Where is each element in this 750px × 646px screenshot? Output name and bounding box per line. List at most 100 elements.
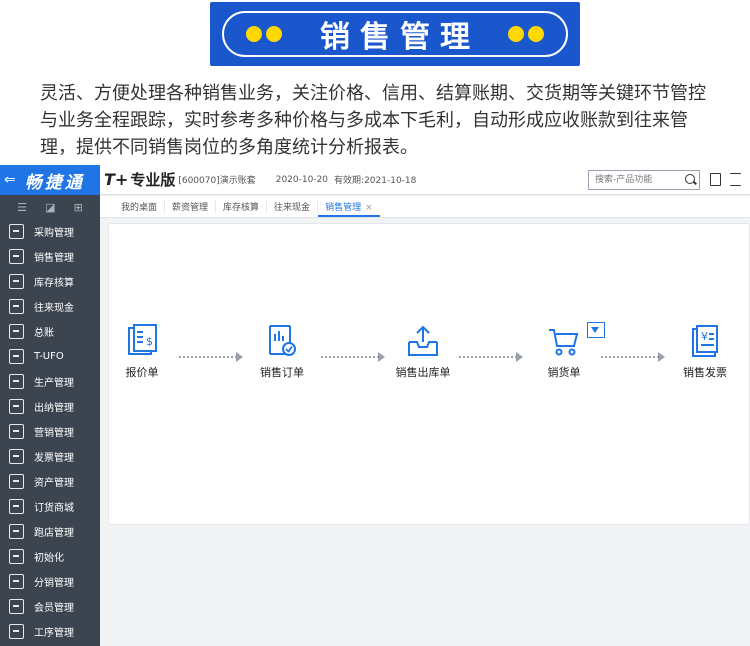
sidebar-item[interactable]: 订货商城 — [0, 494, 100, 519]
flow-node-label: 销售发票 — [683, 366, 727, 379]
top-bar: T+ 专业版 [600070]演示账套 2020-10-20 有效期:2021-… — [100, 165, 750, 195]
module-icon — [9, 349, 24, 364]
back-icon[interactable]: ⇐ — [4, 172, 19, 188]
sidebar-item-label: 订货商城 — [34, 503, 74, 514]
module-icon — [9, 224, 24, 239]
sidebar-item-label: T-UFO — [34, 351, 64, 362]
sidebar-item[interactable]: 发票管理 — [0, 444, 100, 469]
sidebar-item-label: 销售管理 — [34, 253, 74, 264]
brand-logo: 畅捷通 — [24, 172, 85, 193]
tab[interactable]: 薪资管理 — [165, 200, 217, 213]
flow-node-label: 销售订单 — [260, 366, 304, 379]
tab-label: 我的桌面 — [121, 203, 158, 213]
flow-node-quotation[interactable]: $ 报价单 — [97, 324, 187, 380]
sidebar-item-label: 总账 — [34, 328, 54, 339]
module-icon — [9, 299, 24, 314]
module-icon — [9, 599, 24, 614]
workflow-panel: $ 报价单 销售订单 销售出库单 销货单 ¥ 销售发票 — [108, 223, 750, 525]
sidebar-item-label: 跑店管理 — [34, 528, 74, 539]
sidebar-item[interactable]: 分销管理 — [0, 569, 100, 594]
module-icon — [9, 474, 24, 489]
sidebar-item-label: 分销管理 — [34, 578, 74, 589]
sidebar-item[interactable]: 工序管理 — [0, 619, 100, 644]
module-icon — [9, 374, 24, 389]
module-icon — [9, 574, 24, 589]
sidebar-item[interactable]: T-UFO — [0, 344, 100, 369]
module-icon — [9, 399, 24, 414]
tab-label: 销售管理 — [325, 203, 362, 213]
sidebar-item[interactable]: 初始化 — [0, 544, 100, 569]
search-icon[interactable] — [685, 174, 695, 184]
product-edition: 专业版 — [130, 171, 176, 189]
module-icon — [9, 274, 24, 289]
close-icon[interactable]: × — [365, 203, 373, 213]
sidebar-item[interactable]: 营销管理 — [0, 419, 100, 444]
sidebar-item-label: 资产管理 — [34, 478, 74, 489]
module-icon — [9, 624, 24, 639]
valid-until: 有效期:2021-10-18 — [334, 176, 417, 186]
app-window: ⇐ 畅捷通 ☰ ◪ ⊞ 采购管理 销售管理 库存核算 往来现金 总账 T-UFO 生产管理出… — [0, 165, 750, 646]
tab-bar: 我的桌面 薪资管理 库存核算 往来现金 销售管理 × — [100, 196, 750, 218]
favorite-icon[interactable]: ◪ — [45, 201, 55, 214]
flow-node-outbound-order[interactable]: 销售出库单 — [378, 324, 468, 380]
sidebar-item-label: 生产管理 — [34, 378, 74, 389]
sales-order-icon — [269, 325, 296, 356]
sidebar-item-label: 初始化 — [34, 553, 64, 564]
sidebar-item-label: 会员管理 — [34, 603, 74, 614]
sidebar-item[interactable]: 总账 — [0, 319, 100, 344]
tab-label: 库存核算 — [223, 203, 260, 213]
calculator-icon[interactable] — [710, 173, 721, 186]
outbound-tray-icon — [408, 325, 438, 356]
sidebar-menu: 采购管理销售管理库存核算往来现金总账 T-UFO 生产管理出纳管理营销管理发票管理资… — [0, 219, 100, 644]
module-icon — [9, 324, 24, 339]
module-icon — [9, 524, 24, 539]
banner-dots-left — [246, 26, 282, 42]
sidebar-item-label: 库存核算 — [34, 278, 74, 289]
tab[interactable]: 往来现金 — [267, 200, 319, 213]
module-icon — [9, 499, 24, 514]
flow-node-sales-order[interactable]: 销售订单 — [237, 324, 327, 380]
svg-text:$: $ — [146, 335, 153, 348]
sidebar-item[interactable]: 资产管理 — [0, 469, 100, 494]
flow-arrow — [459, 352, 523, 362]
sidebar-item[interactable]: 会员管理 — [0, 594, 100, 619]
sidebar: ⇐ 畅捷通 ☰ ◪ ⊞ 采购管理销售管理库存核算往来现金总账 T-UFO 生产管理出… — [0, 165, 100, 646]
brand-bar[interactable]: ⇐ 畅捷通 — [0, 165, 100, 195]
invoice-icon: ¥ — [692, 325, 718, 357]
shopping-cart-icon — [549, 329, 579, 356]
banner-frame: 销售管理 — [222, 11, 568, 57]
add-icon[interactable]: ⊞ — [74, 201, 83, 214]
flow-node-label: 报价单 — [125, 366, 159, 379]
sidebar-item[interactable]: 往来现金 — [0, 294, 100, 319]
banner-dots-right — [508, 26, 544, 42]
menu-icon[interactable]: ☰ — [17, 201, 27, 214]
module-icon — [9, 424, 24, 439]
tab[interactable]: 我的桌面 — [114, 200, 166, 213]
tab-label: 往来现金 — [274, 203, 311, 213]
feature-description: 灵活、方便处理各种销售业务，关注价格、信用、结算账期、交货期等关键环节管控与业务… — [40, 83, 706, 158]
sidebar-item-label: 往来现金 — [34, 303, 74, 314]
flow-node-sales-invoice[interactable]: ¥ 销售发票 — [660, 324, 750, 380]
sidebar-item[interactable]: 销售管理 — [0, 244, 100, 269]
sidebar-item-label: 发票管理 — [34, 453, 74, 464]
sidebar-item[interactable]: 库存核算 — [0, 269, 100, 294]
flow-arrow — [179, 352, 243, 362]
module-icon — [9, 449, 24, 464]
search-input[interactable] — [588, 170, 700, 190]
tab[interactable]: 库存核算 — [216, 200, 268, 213]
module-icon — [9, 249, 24, 264]
sidebar-item[interactable]: 跑店管理 — [0, 519, 100, 544]
banner-title: 销售管理 — [320, 20, 480, 55]
sidebar-item[interactable]: 出纳管理 — [0, 394, 100, 419]
sidebar-item-label: 营销管理 — [34, 428, 74, 439]
expand-dropdown-icon[interactable] — [587, 322, 605, 338]
sidebar-item-label: 工序管理 — [34, 628, 74, 639]
account-name: [600070]演示账套 — [178, 176, 256, 186]
section-banner: 销售管理 — [210, 2, 580, 66]
tab[interactable]: 销售管理 × — [318, 200, 380, 217]
flow-arrow — [321, 352, 385, 362]
sidebar-item[interactable]: 生产管理 — [0, 369, 100, 394]
list-settings-icon[interactable] — [730, 173, 741, 186]
tab-label: 薪资管理 — [172, 203, 209, 213]
sidebar-item[interactable]: 采购管理 — [0, 219, 100, 244]
